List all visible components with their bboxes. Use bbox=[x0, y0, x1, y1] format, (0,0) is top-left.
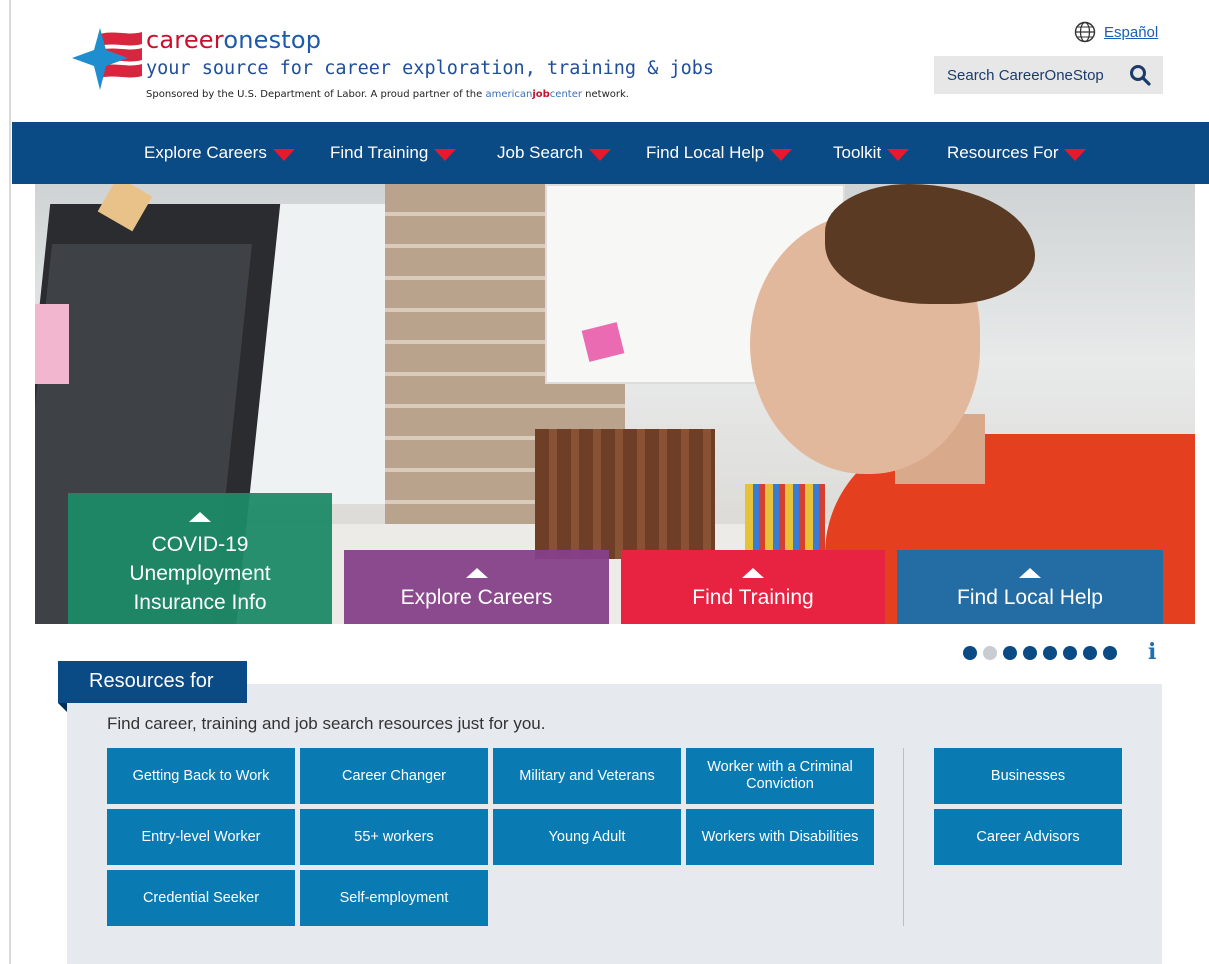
ajc-logo-center: center bbox=[549, 89, 582, 100]
search-icon bbox=[1130, 65, 1151, 86]
nav-label: Toolkit bbox=[833, 143, 882, 162]
expand-arrow-icon bbox=[465, 568, 488, 578]
hero-tile-find-local-help[interactable]: Find Local Help bbox=[897, 550, 1163, 624]
site-tagline: your source for career exploration, trai… bbox=[146, 58, 715, 79]
page-left-border bbox=[9, 0, 11, 964]
carousel-dot[interactable] bbox=[1083, 646, 1097, 660]
language-switch: Español bbox=[1074, 21, 1158, 43]
sponsor-prefix: Sponsored by the U.S. Department of Labo… bbox=[146, 89, 486, 100]
carousel-dots bbox=[963, 646, 1117, 660]
caret-down-icon bbox=[434, 148, 457, 161]
espanol-link[interactable]: Español bbox=[1104, 24, 1158, 41]
hero-carousel: COVID-19 Unemployment Insurance Info Exp… bbox=[35, 184, 1195, 624]
resource-button-workers-with-disabilities[interactable]: Workers with Disabilities bbox=[686, 809, 874, 865]
carousel-dot[interactable] bbox=[963, 646, 977, 660]
carousel-dot[interactable] bbox=[983, 646, 997, 660]
resource-button-career-changer[interactable]: Career Changer bbox=[300, 748, 488, 804]
nav-label: Resources For bbox=[947, 143, 1059, 162]
resource-button-self-employment[interactable]: Self-employment bbox=[300, 870, 488, 926]
nav-find-training[interactable]: Find Training bbox=[330, 122, 457, 184]
nav-label: Job Search bbox=[497, 143, 583, 162]
expand-arrow-icon bbox=[1019, 568, 1041, 578]
nav-job-search[interactable]: Job Search bbox=[497, 122, 611, 184]
site-search-button[interactable]: Search CareerOneStop bbox=[934, 56, 1163, 94]
resources-intro: Find career, training and job search res… bbox=[107, 714, 546, 733]
brand-name[interactable]: careeronestop bbox=[146, 26, 321, 54]
careeronestop-logo[interactable] bbox=[70, 26, 154, 92]
carousel-dot[interactable] bbox=[1043, 646, 1057, 660]
resource-button-55-plus-workers[interactable]: 55+ workers bbox=[300, 809, 488, 865]
caret-down-icon bbox=[887, 148, 910, 161]
globe-icon bbox=[1074, 21, 1096, 43]
nav-label: Find Local Help bbox=[646, 143, 765, 162]
nav-label: Find Training bbox=[330, 143, 429, 162]
resource-button-entry-level-worker[interactable]: Entry-level Worker bbox=[107, 809, 295, 865]
nav-toolkit[interactable]: Toolkit bbox=[833, 122, 910, 184]
resource-button-credential-seeker[interactable]: Credential Seeker bbox=[107, 870, 295, 926]
resource-button-military-veterans[interactable]: Military and Veterans bbox=[493, 748, 681, 804]
expand-arrow-icon bbox=[189, 512, 211, 522]
hero-photo-pencils bbox=[745, 484, 825, 554]
ajc-logo-american: american bbox=[485, 89, 533, 100]
info-icon[interactable]: i bbox=[1148, 639, 1156, 665]
tile-label-line: Insurance Info bbox=[133, 591, 267, 614]
brand-name-part1: career bbox=[146, 26, 224, 54]
nav-find-local-help[interactable]: Find Local Help bbox=[646, 122, 793, 184]
search-label: Search CareerOneStop bbox=[947, 66, 1104, 84]
caret-down-icon bbox=[589, 148, 611, 161]
tile-label: Explore Careers bbox=[400, 586, 553, 609]
resource-button-young-adult[interactable]: Young Adult bbox=[493, 809, 681, 865]
heading-fold bbox=[58, 703, 67, 712]
nav-label: Explore Careers bbox=[144, 143, 267, 162]
tile-label-line: Unemployment bbox=[129, 562, 271, 585]
resource-button-criminal-conviction[interactable]: Worker with a Criminal Conviction bbox=[686, 748, 874, 804]
tile-label: Find Local Help bbox=[957, 586, 1103, 609]
resources-divider bbox=[903, 748, 904, 926]
nav-resources-for[interactable]: Resources For bbox=[947, 122, 1087, 184]
sponsor-text: Sponsored by the U.S. Department of Labo… bbox=[146, 89, 629, 100]
tile-label: Find Training bbox=[692, 586, 814, 609]
carousel-dot[interactable] bbox=[1023, 646, 1037, 660]
resources-for-heading: Resources for bbox=[58, 661, 247, 703]
sponsor-suffix: network. bbox=[581, 89, 629, 100]
hero-photo-sticky-note bbox=[35, 304, 69, 384]
hero-tile-find-training[interactable]: Find Training bbox=[621, 550, 885, 624]
carousel-dot[interactable] bbox=[1063, 646, 1077, 660]
resource-button-career-advisors[interactable]: Career Advisors bbox=[934, 809, 1122, 865]
tile-label-line: COVID-19 bbox=[151, 533, 249, 556]
brand-name-part2: onestop bbox=[223, 26, 322, 54]
caret-down-icon bbox=[770, 148, 793, 161]
caret-down-icon bbox=[272, 148, 295, 161]
expand-arrow-icon bbox=[742, 568, 764, 578]
nav-explore-careers[interactable]: Explore Careers bbox=[144, 122, 295, 184]
hero-tile-explore-careers[interactable]: Explore Careers bbox=[344, 550, 609, 624]
resource-button-getting-back-to-work[interactable]: Getting Back to Work bbox=[107, 748, 295, 804]
hero-tile-covid19[interactable]: COVID-19 Unemployment Insurance Info bbox=[68, 493, 332, 624]
resource-button-businesses[interactable]: Businesses bbox=[934, 748, 1122, 804]
hero-photo-basket bbox=[535, 429, 715, 559]
ajc-logo-job: job bbox=[532, 89, 550, 100]
caret-down-icon bbox=[1064, 148, 1087, 161]
main-navigation: Explore Careers Find Training Job Search… bbox=[12, 122, 1209, 184]
site-header: careeronestop your source for career exp… bbox=[12, 0, 1209, 122]
carousel-dot[interactable] bbox=[1003, 646, 1017, 660]
carousel-dot[interactable] bbox=[1103, 646, 1117, 660]
hero-photo-person-hair bbox=[825, 184, 1035, 304]
